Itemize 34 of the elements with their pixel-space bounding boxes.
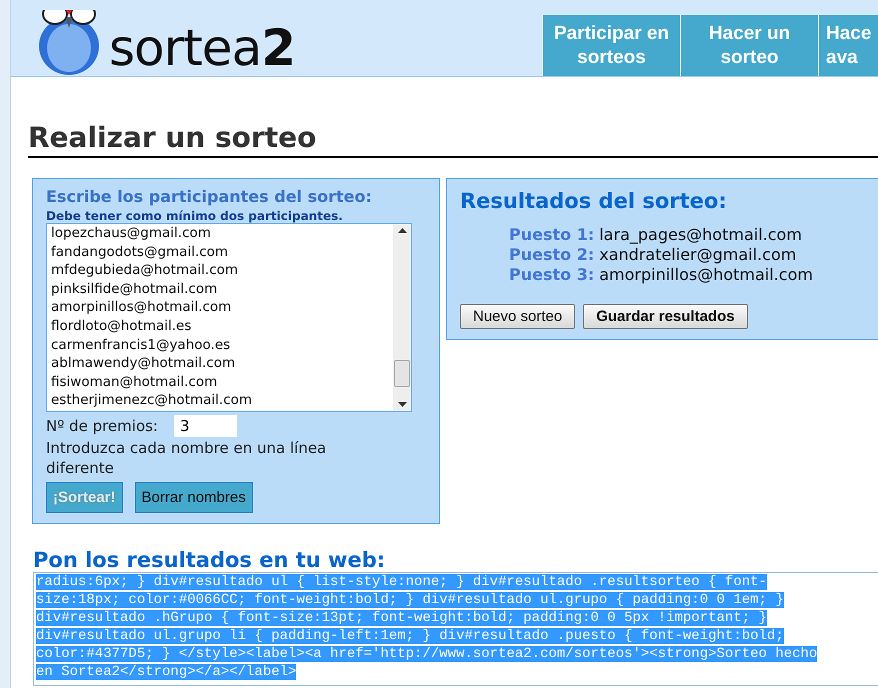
participant-entry: fisiwoman@hotmail.com — [51, 372, 218, 392]
place-label: Puesto 2: — [509, 245, 594, 265]
scroll-down-icon[interactable] — [398, 402, 406, 407]
site-logo[interactable]: sortea2 — [109, 20, 295, 76]
prizes-label: Nº de premios: — [46, 417, 158, 435]
participant-entry: estherjimenezc@hotmail.com — [51, 391, 254, 410]
participant-entry: pinksilfide@hotmail.com — [51, 280, 218, 298]
winner-text: amorpinillos@hotmail.com — [599, 265, 813, 285]
prizes-field[interactable]: 3 — [174, 415, 237, 437]
participant-entry: mfdegubieda@hotmail.com — [51, 261, 240, 280]
participant-entry: flordloto@hotmail.es — [51, 316, 192, 336]
results-title: Resultados del sorteo: — [460, 189, 728, 213]
embed-code-field[interactable] — [33, 572, 878, 686]
participant-entry: amorpinillos@hotmail.com — [51, 298, 232, 317]
place-label: Puesto 3: — [509, 265, 594, 285]
scroll-thumb[interactable] — [394, 360, 410, 387]
action-button[interactable]: Borrar nombres — [134, 482, 253, 513]
results-button[interactable]: Nuevo sorteo — [460, 304, 576, 329]
scrollbar[interactable] — [393, 224, 411, 411]
embed-title: Pon los resultados en tu web: — [33, 548, 386, 572]
place-label: Puesto 1: — [509, 225, 594, 245]
winner-text: xandratelier@gmail.com — [599, 245, 796, 265]
winner-text: lara_pages@hotmail.com — [599, 225, 802, 245]
participant-entry: carmenfrancis1@yahoo.es — [51, 336, 232, 354]
participant-entry: lopezchaus@gmail.com — [51, 224, 212, 243]
scroll-up-icon[interactable] — [398, 228, 406, 233]
page-title: Realizar un sorteo — [28, 119, 878, 158]
participant-entry: ablmawendy@hotmail.com — [51, 354, 236, 373]
hint-text: Introduzca cada nombre en una línea diferente — [46, 438, 328, 478]
results-button[interactable]: Guardar resultados — [583, 304, 748, 329]
panel-note: Debe tener como mínimo dos participantes. — [46, 209, 344, 223]
participant-entry: fandangodots@gmail.com — [51, 242, 230, 262]
panel-title: Escribe los participantes del sorteo: — [46, 187, 373, 206]
participants-field[interactable] — [46, 223, 412, 412]
